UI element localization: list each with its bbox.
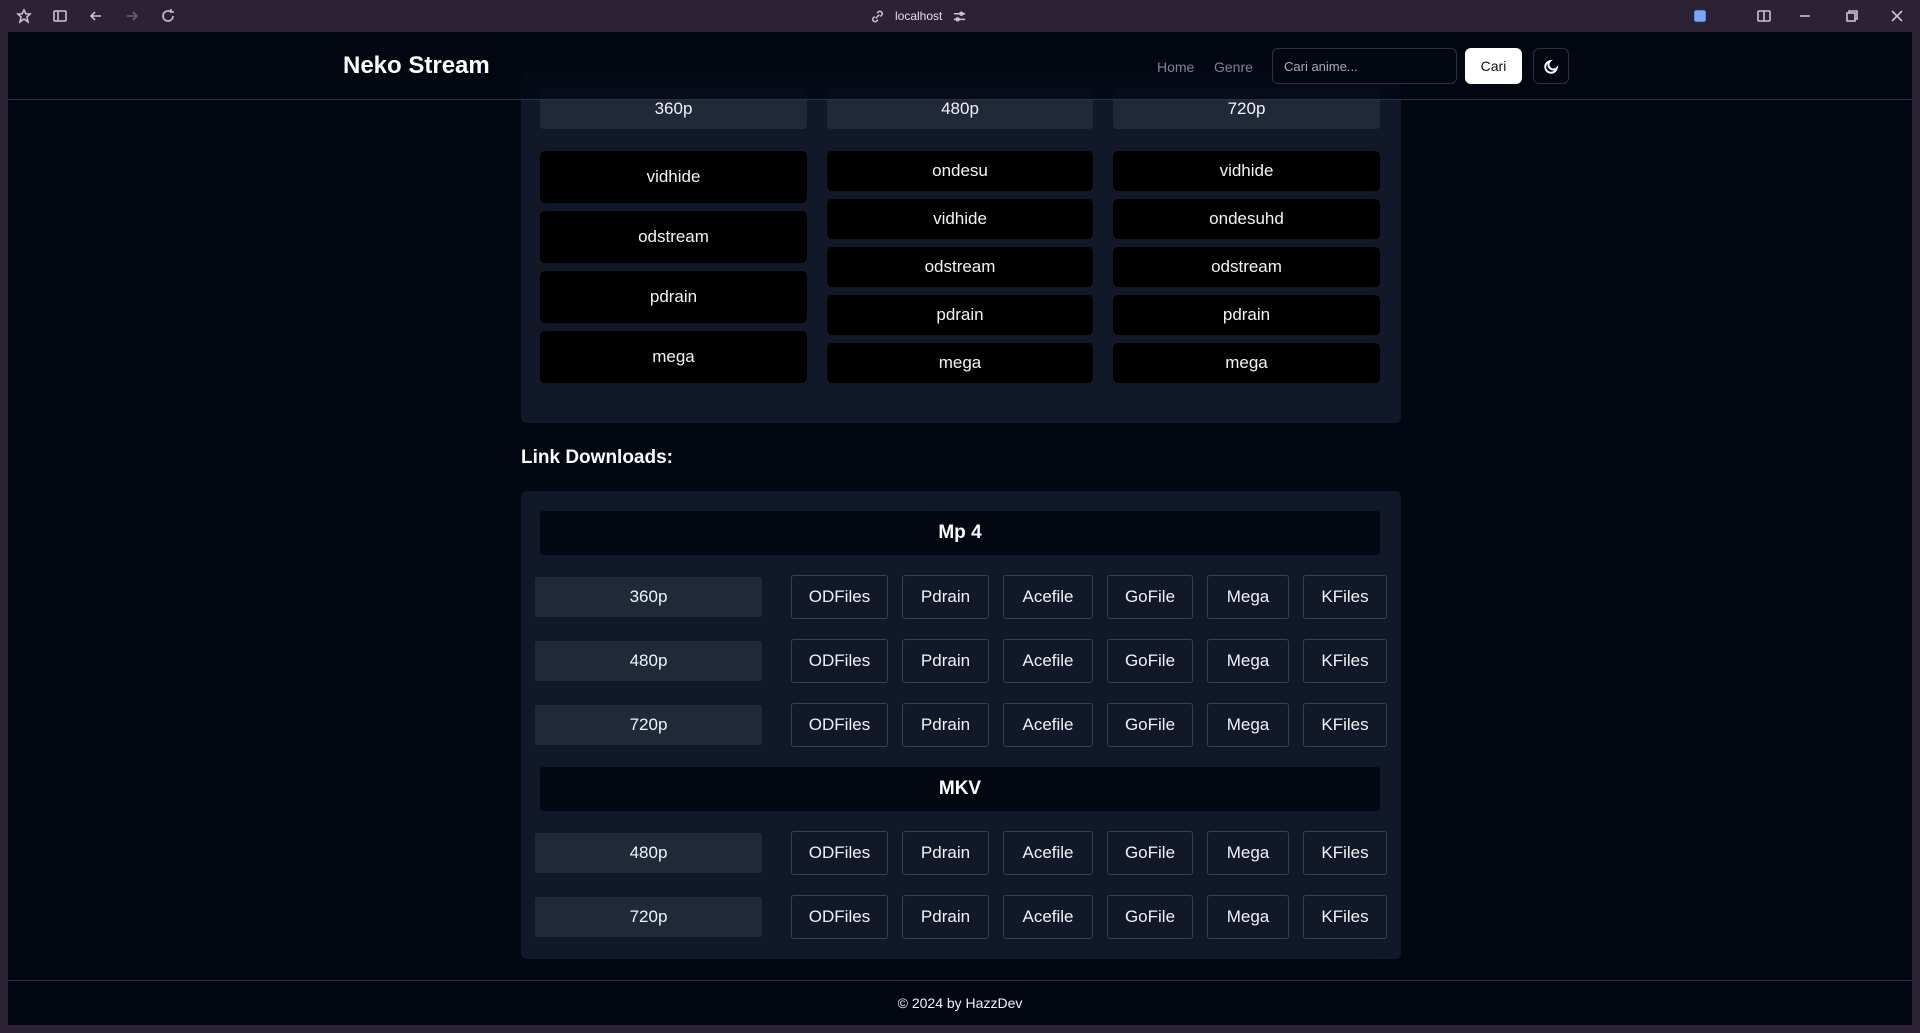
download-link[interactable]: ODFiles: [791, 575, 888, 619]
search-input[interactable]: [1272, 48, 1457, 84]
download-link[interactable]: ODFiles: [791, 703, 888, 747]
stream-server-button[interactable]: pdrain: [540, 271, 807, 323]
download-link[interactable]: KFiles: [1303, 895, 1387, 939]
download-link[interactable]: Pdrain: [902, 575, 989, 619]
format-heading-mp4: Mp 4: [540, 511, 1380, 555]
stream-server-button[interactable]: mega: [1113, 343, 1380, 383]
restore-icon[interactable]: [1842, 6, 1862, 26]
minimize-icon[interactable]: [1795, 6, 1815, 26]
download-link[interactable]: ODFiles: [791, 639, 888, 683]
stream-server-button[interactable]: odstream: [827, 247, 1093, 287]
download-link[interactable]: Pdrain: [902, 895, 989, 939]
stream-server-button[interactable]: ondesuhd: [1113, 199, 1380, 239]
download-link[interactable]: Acefile: [1003, 639, 1093, 683]
download-link[interactable]: ODFiles: [791, 831, 888, 875]
download-link[interactable]: Acefile: [1003, 895, 1093, 939]
download-link[interactable]: KFiles: [1303, 703, 1387, 747]
download-link[interactable]: Acefile: [1003, 831, 1093, 875]
download-link[interactable]: KFiles: [1303, 831, 1387, 875]
reload-icon[interactable]: [158, 6, 178, 26]
download-link[interactable]: Mega: [1207, 831, 1289, 875]
stream-server-button[interactable]: pdrain: [827, 295, 1093, 335]
site-header: Neko Stream Home Genre Cari: [8, 32, 1912, 100]
download-link[interactable]: Pdrain: [902, 639, 989, 683]
close-icon[interactable]: [1887, 6, 1907, 26]
stream-server-button[interactable]: mega: [540, 331, 807, 383]
stream-server-button[interactable]: mega: [827, 343, 1093, 383]
download-link[interactable]: ODFiles: [791, 895, 888, 939]
search-button[interactable]: Cari: [1465, 48, 1522, 84]
download-link[interactable]: KFiles: [1303, 575, 1387, 619]
address-bar[interactable]: localhost: [870, 6, 967, 26]
footer-copyright: © 2024 by HazzDev: [897, 995, 1023, 1011]
browser-toolbar: localhost: [0, 0, 1920, 32]
download-link[interactable]: Pdrain: [902, 831, 989, 875]
format-heading-mkv: MKV: [540, 767, 1380, 811]
page-viewport: 360p 480p 720p vidhide odstream pdrain m…: [8, 32, 1912, 1025]
download-link[interactable]: KFiles: [1303, 639, 1387, 683]
url-text: localhost: [895, 9, 943, 23]
download-link[interactable]: GoFile: [1107, 831, 1193, 875]
download-link[interactable]: Mega: [1207, 639, 1289, 683]
stream-server-button[interactable]: ondesu: [827, 151, 1093, 191]
quality-label: 720p: [535, 897, 762, 937]
download-link[interactable]: Mega: [1207, 575, 1289, 619]
download-link[interactable]: GoFile: [1107, 703, 1193, 747]
download-link[interactable]: Acefile: [1003, 703, 1093, 747]
sidebar-toggle-icon[interactable]: [50, 6, 70, 26]
download-link[interactable]: Acefile: [1003, 575, 1093, 619]
moon-icon: [1543, 59, 1558, 74]
stream-server-button[interactable]: vidhide: [1113, 151, 1380, 191]
theme-toggle-button[interactable]: [1533, 48, 1569, 84]
stream-server-button[interactable]: vidhide: [827, 199, 1093, 239]
site-settings-icon[interactable]: [952, 9, 967, 24]
link-icon: [872, 10, 883, 22]
stream-server-button[interactable]: odstream: [540, 211, 807, 263]
download-link[interactable]: Mega: [1207, 703, 1289, 747]
download-link[interactable]: Mega: [1207, 895, 1289, 939]
browser-menu-icon[interactable]: [14, 6, 34, 26]
forward-arrow-icon[interactable]: [122, 6, 142, 26]
site-logo[interactable]: Neko Stream: [343, 52, 490, 80]
nav-link-home[interactable]: Home: [1157, 59, 1194, 75]
split-view-icon[interactable]: [1754, 6, 1774, 26]
downloads-title: Link Downloads:: [521, 447, 673, 468]
extension-icon[interactable]: [1690, 6, 1710, 26]
download-link[interactable]: GoFile: [1107, 575, 1193, 619]
back-arrow-icon[interactable]: [86, 6, 106, 26]
download-link[interactable]: GoFile: [1107, 639, 1193, 683]
stream-server-button[interactable]: odstream: [1113, 247, 1380, 287]
download-link[interactable]: GoFile: [1107, 895, 1193, 939]
nav-link-genre[interactable]: Genre: [1214, 59, 1253, 75]
site-footer: © 2024 by HazzDev: [8, 980, 1912, 1025]
stream-server-button[interactable]: pdrain: [1113, 295, 1380, 335]
stream-server-button[interactable]: vidhide: [540, 151, 807, 203]
quality-label: 360p: [535, 577, 762, 617]
quality-label: 480p: [535, 641, 762, 681]
quality-label: 480p: [535, 833, 762, 873]
download-link[interactable]: Pdrain: [902, 703, 989, 747]
quality-label: 720p: [535, 705, 762, 745]
